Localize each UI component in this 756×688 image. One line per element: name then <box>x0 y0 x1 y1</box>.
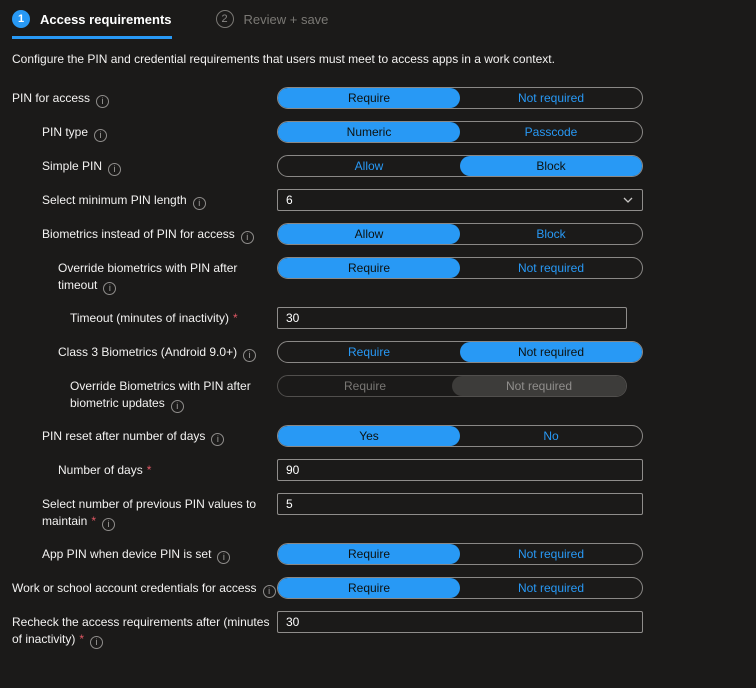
row-simple-pin: Simple PINi Allow Block <box>12 155 744 177</box>
toggle-option[interactable]: Not required <box>460 578 642 598</box>
field-label: Biometrics instead of PIN for accessi <box>12 223 277 244</box>
row-pin-type: PIN typei Numeric Passcode <box>12 121 744 143</box>
toggle-override-biometrics-timeout: Require Not required <box>277 257 643 279</box>
info-icon[interactable]: i <box>94 129 107 142</box>
field-label: Simple PINi <box>12 155 277 176</box>
input-number-of-days[interactable] <box>277 459 643 481</box>
info-icon[interactable]: i <box>241 231 254 244</box>
input-recheck-minutes[interactable] <box>277 611 643 633</box>
toggle-option[interactable]: Not required <box>460 342 642 362</box>
toggle-option[interactable]: Numeric <box>278 122 460 142</box>
info-icon[interactable]: i <box>171 400 184 413</box>
info-icon[interactable]: i <box>211 433 224 446</box>
toggle-option[interactable]: Allow <box>278 224 460 244</box>
row-biometrics-instead-of-pin: Biometrics instead of PIN for accessi Al… <box>12 223 744 245</box>
info-icon[interactable]: i <box>96 95 109 108</box>
input-timeout-minutes[interactable] <box>277 307 627 329</box>
step-2-badge: 2 <box>216 10 234 28</box>
toggle-option[interactable]: Passcode <box>460 122 642 142</box>
chevron-down-icon <box>622 194 634 206</box>
required-asterisk: * <box>79 632 84 646</box>
toggle-pin-type: Numeric Passcode <box>277 121 643 143</box>
wizard-steps: 1 Access requirements 2 Review + save <box>12 10 744 39</box>
row-class3-biometrics: Class 3 Biometrics (Android 9.0+)i Requi… <box>12 341 744 363</box>
toggle-option: Require <box>278 376 452 396</box>
toggle-app-pin-device-pin: Require Not required <box>277 543 643 565</box>
field-label: Override biometrics with PIN after timeo… <box>12 257 277 295</box>
page-description: Configure the PIN and credential require… <box>12 52 744 66</box>
row-app-pin-device-pin: App PIN when device PIN is seti Require … <box>12 543 744 565</box>
input-previous-pin-values[interactable] <box>277 493 643 515</box>
toggle-option[interactable]: Block <box>460 156 642 176</box>
row-pin-for-access: PIN for accessi Require Not required <box>12 87 744 109</box>
toggle-pin-reset-days: Yes No <box>277 425 643 447</box>
row-recheck-access-requirements: Recheck the access requirements after (m… <box>12 611 744 649</box>
field-label: Class 3 Biometrics (Android 9.0+)i <box>12 341 277 362</box>
field-label: Timeout (minutes of inactivity)* <box>12 307 277 327</box>
toggle-option[interactable]: Block <box>460 224 642 244</box>
toggle-option[interactable]: Not required <box>460 88 642 108</box>
step-1-badge: 1 <box>12 10 30 28</box>
toggle-option[interactable]: Require <box>278 258 460 278</box>
info-icon[interactable]: i <box>217 551 230 564</box>
row-timeout-minutes: Timeout (minutes of inactivity)* <box>12 307 744 329</box>
info-icon[interactable]: i <box>243 349 256 362</box>
field-label: PIN typei <box>12 121 277 142</box>
required-asterisk: * <box>147 463 152 477</box>
tab-review-save[interactable]: 2 Review + save <box>216 10 329 36</box>
toggle-option[interactable]: Allow <box>278 156 460 176</box>
toggle-option[interactable]: Not required <box>460 544 642 564</box>
field-label: App PIN when device PIN is seti <box>12 543 277 564</box>
toggle-pin-for-access: Require Not required <box>277 87 643 109</box>
dropdown-min-pin-length[interactable]: 6 <box>277 189 643 211</box>
info-icon[interactable]: i <box>193 197 206 210</box>
field-label: Recheck the access requirements after (m… <box>12 611 277 649</box>
row-work-school-credentials: Work or school account credentials for a… <box>12 577 744 599</box>
row-previous-pin-values: Select number of previous PIN values to … <box>12 493 744 531</box>
toggle-option[interactable]: No <box>460 426 642 446</box>
field-label: Work or school account credentials for a… <box>12 577 277 598</box>
field-label: Override Biometrics with PIN after biome… <box>12 375 277 413</box>
row-override-biometrics-timeout: Override biometrics with PIN after timeo… <box>12 257 744 295</box>
info-icon[interactable]: i <box>263 585 276 598</box>
field-label: Select number of previous PIN values to … <box>12 493 277 531</box>
row-number-of-days: Number of days* <box>12 459 744 481</box>
toggle-simple-pin: Allow Block <box>277 155 643 177</box>
info-icon[interactable]: i <box>108 163 121 176</box>
toggle-option[interactable]: Not required <box>460 258 642 278</box>
tab-access-requirements-label: Access requirements <box>40 12 172 27</box>
row-override-biometrics-updates: Override Biometrics with PIN after biome… <box>12 375 744 413</box>
toggle-option: Not required <box>452 376 626 396</box>
toggle-override-biometrics-updates: Require Not required <box>277 375 627 397</box>
info-icon[interactable]: i <box>102 518 115 531</box>
toggle-option[interactable]: Yes <box>278 426 460 446</box>
row-min-pin-length: Select minimum PIN lengthi 6 <box>12 189 744 211</box>
info-icon[interactable]: i <box>90 636 103 649</box>
tab-review-save-label: Review + save <box>244 12 329 27</box>
field-label: Number of days* <box>12 459 277 479</box>
row-pin-reset-days: PIN reset after number of daysi Yes No <box>12 425 744 447</box>
access-requirements-page: 1 Access requirements 2 Review + save Co… <box>0 0 756 649</box>
field-label: Select minimum PIN lengthi <box>12 189 277 210</box>
toggle-work-school-credentials: Require Not required <box>277 577 643 599</box>
toggle-option[interactable]: Require <box>278 342 460 362</box>
field-label: PIN for accessi <box>12 87 277 108</box>
tab-access-requirements[interactable]: 1 Access requirements <box>12 10 172 39</box>
info-icon[interactable]: i <box>103 282 116 295</box>
field-label: PIN reset after number of daysi <box>12 425 277 446</box>
toggle-class3-biometrics: Require Not required <box>277 341 643 363</box>
toggle-biometrics-instead-of-pin: Allow Block <box>277 223 643 245</box>
toggle-option[interactable]: Require <box>278 544 460 564</box>
required-asterisk: * <box>233 311 238 325</box>
dropdown-value: 6 <box>286 193 293 207</box>
required-asterisk: * <box>91 514 96 528</box>
toggle-option[interactable]: Require <box>278 88 460 108</box>
toggle-option[interactable]: Require <box>278 578 460 598</box>
